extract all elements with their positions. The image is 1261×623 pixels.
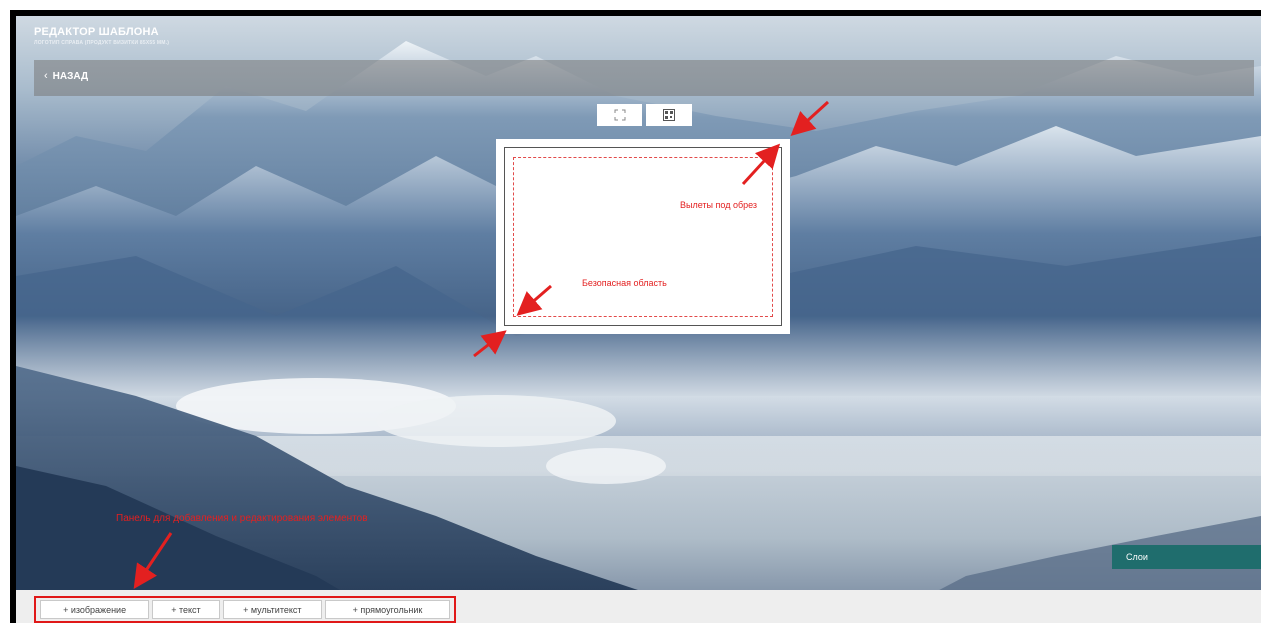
safe-area-annotation: Безопасная область (582, 278, 667, 288)
fit-to-screen-button[interactable] (597, 104, 642, 126)
top-navigation-bar: ‹ НАЗАД (34, 60, 1254, 96)
expand-icon (614, 109, 625, 121)
editor-title: РЕДАКТОР ШАБЛОНА (34, 26, 159, 38)
safe-area-frame (513, 157, 773, 317)
add-image-button[interactable]: + изображение (40, 600, 150, 619)
business-card-canvas[interactable] (496, 139, 790, 334)
back-button[interactable]: ‹ НАЗАД (44, 70, 88, 82)
qr-code-button[interactable] (646, 104, 692, 126)
add-text-button[interactable]: + текст (152, 600, 220, 619)
chevron-left-icon: ‹ (44, 70, 48, 82)
layers-button-label: Слои (1126, 552, 1148, 562)
layers-button[interactable]: Слои (1112, 545, 1261, 569)
editor-subtitle: ЛОГОТИП СПРАВА (ПРОДУКТ ВИЗИТКИ 85Х55 ММ… (34, 40, 170, 46)
screenshot-frame: РЕДАКТОР ШАБЛОНА ЛОГОТИП СПРАВА (ПРОДУКТ… (10, 10, 1261, 623)
add-multitext-button[interactable]: + мультитекст (222, 600, 322, 619)
back-button-label: НАЗАД (52, 70, 89, 82)
bleed-annotation: Вылеты под обрез (680, 200, 758, 210)
element-add-panel: + изображение + текст + мультитекст + пр… (34, 596, 456, 623)
editor-canvas: РЕДАКТОР ШАБЛОНА ЛОГОТИП СПРАВА (ПРОДУКТ… (16, 16, 1261, 623)
panel-annotation: Панель для добавления и редактирования э… (116, 513, 368, 524)
qr-code-icon (663, 109, 675, 121)
add-rectangle-button[interactable]: + прямоугольник (324, 600, 450, 619)
